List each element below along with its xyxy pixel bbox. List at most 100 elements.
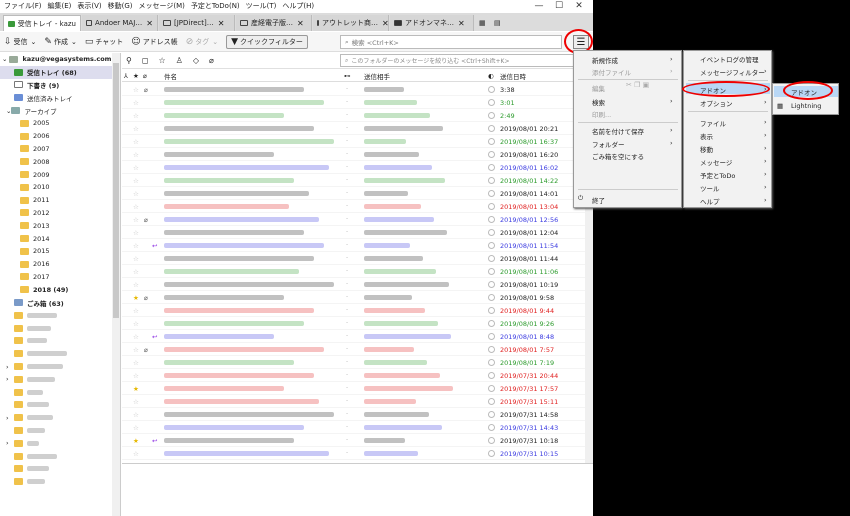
read-status-icon[interactable] [488, 138, 495, 145]
star-icon[interactable]: ☆ [133, 203, 139, 211]
menu-lightning[interactable]: Lightning [791, 102, 821, 110]
star-icon[interactable]: ☆ [133, 138, 139, 146]
read-status-icon[interactable] [488, 255, 495, 262]
menu-view[interactable]: 表示 › [700, 131, 767, 141]
folder-item[interactable] [0, 322, 120, 335]
star-icon[interactable]: ★ [133, 437, 139, 445]
folder-archive[interactable]: ⌄ アーカイブ [0, 104, 120, 117]
menu-tools[interactable]: ツール › [700, 183, 767, 193]
table-row[interactable]: ☆ · 2019/07/31 10:15 [122, 447, 585, 460]
folder-year[interactable]: 2015 [0, 245, 120, 258]
table-row[interactable]: ☆ · 2019/08/01 11:06 [122, 265, 585, 278]
menu-go[interactable]: 移動(G) [108, 1, 133, 11]
chevron-down-icon[interactable]: ⌄ [71, 38, 77, 46]
star-icon[interactable]: ☆ [133, 372, 139, 380]
close-tab-icon[interactable]: ✕ [382, 19, 388, 28]
read-status-icon[interactable] [488, 125, 495, 132]
tab-andoer[interactable]: Andoer MAJ… ✕ [82, 15, 158, 31]
read-status-icon[interactable] [488, 216, 495, 223]
star-icon[interactable]: ☆ [133, 255, 139, 263]
table-row[interactable]: ☆ · 2019/08/01 7:19 [122, 356, 585, 369]
folder-year[interactable]: 2005 [0, 117, 120, 130]
menu-view[interactable]: 表示(V) [77, 1, 101, 11]
folder-item[interactable] [0, 347, 120, 360]
star-icon[interactable]: ☆ [133, 99, 139, 107]
tab-jpdirect[interactable]: [JPDirect]… ✕ [159, 15, 235, 31]
star-icon[interactable]: ☆ [133, 307, 139, 315]
addressbook-button[interactable]: ☺ アドレス帳 [131, 37, 177, 47]
folder-item[interactable] [0, 424, 120, 437]
folder-year[interactable]: 2012 [0, 207, 120, 220]
from-column[interactable]: 送信相手 [364, 71, 390, 81]
menu-quit[interactable]: 終了 [592, 195, 605, 205]
read-status-icon[interactable] [488, 177, 495, 184]
menu-find[interactable]: 検索 › [592, 97, 673, 107]
table-row[interactable]: ☆ · 3:01 [122, 96, 585, 109]
folder-item[interactable] [0, 309, 120, 322]
star-icon[interactable]: ☆ [133, 151, 139, 159]
table-row[interactable]: ☆ · 2:49 [122, 109, 585, 122]
read-status-icon[interactable] [488, 307, 495, 314]
star-icon[interactable]: ★ [133, 294, 139, 302]
table-row[interactable]: ☆ ⌀ · 2019/08/01 7:57 [122, 343, 585, 356]
folder-trash[interactable]: ごみ箱 (63) [0, 296, 120, 309]
folder-scrollbar[interactable] [112, 53, 120, 516]
folder-year[interactable]: 2013 [0, 219, 120, 232]
star-column-icon[interactable]: ★ [133, 72, 139, 80]
folder-year[interactable]: 2011 [0, 194, 120, 207]
menu-options[interactable]: オプション › [700, 98, 767, 108]
star-icon[interactable]: ☆ [133, 333, 139, 341]
chevron-down-icon[interactable]: ⌄ [31, 38, 37, 46]
folder-item[interactable] [0, 335, 120, 348]
table-row[interactable]: ★ ↩ · 2019/07/31 10:18 [122, 434, 585, 447]
table-row[interactable]: ☆ ↩ · 2019/08/01 8:48 [122, 330, 585, 343]
tab-outlet[interactable]: アウトレット商… ✕ [313, 15, 389, 31]
folder-year[interactable]: 2006 [0, 130, 120, 143]
folder-year[interactable]: 2007 [0, 143, 120, 156]
read-status-icon[interactable] [488, 203, 495, 210]
close-tab-icon[interactable]: ✕ [218, 19, 225, 28]
tab-inbox[interactable]: 受信トレイ - kazu [3, 15, 81, 31]
menu-file[interactable]: ファイル › [700, 118, 767, 128]
folder-year[interactable]: 2009 [0, 168, 120, 181]
menu-message[interactable]: メッセージ › [700, 157, 767, 167]
account-item[interactable]: ⌄ kazu@vegasystems.com [0, 53, 120, 66]
compose-button[interactable]: ✎ 作成 ⌄ [44, 37, 76, 47]
star-icon[interactable]: ☆ [133, 359, 139, 367]
read-status-icon[interactable] [488, 437, 495, 444]
folder-year[interactable]: 2010 [0, 181, 120, 194]
menu-go[interactable]: 移動 › [700, 144, 767, 154]
read-status-icon[interactable] [488, 268, 495, 275]
folder-item[interactable] [0, 399, 120, 412]
star-icon[interactable]: ★ [133, 385, 139, 393]
read-status-icon[interactable] [488, 281, 495, 288]
table-row[interactable]: ☆ · 2019/07/31 14:58 [122, 408, 585, 421]
star-filter-icon[interactable]: ☆ [159, 56, 166, 65]
table-row[interactable]: ☆ · 2019/08/01 16:20 [122, 148, 585, 161]
menu-events[interactable]: 予定とToDo(N) [191, 1, 240, 11]
menu-folder[interactable]: フォルダー › [592, 139, 673, 149]
table-row[interactable]: ☆ · 2019/08/01 14:22 [122, 174, 585, 187]
read-status-icon[interactable] [488, 385, 495, 392]
unread-filter-icon[interactable]: ◻ [142, 56, 149, 65]
read-status-icon[interactable] [488, 320, 495, 327]
folder-year[interactable]: 2014 [0, 232, 120, 245]
folder-filter-input[interactable]: ⌕ このフォルダーのメッセージを絞り込む <Ctrl+Shift+K> [340, 54, 586, 67]
subject-column[interactable]: 件名 [164, 71, 177, 81]
star-icon[interactable]: ☆ [133, 398, 139, 406]
read-status-icon[interactable] [488, 398, 495, 405]
table-row[interactable]: ☆ · 2019/07/31 15:11 [122, 395, 585, 408]
close-tab-icon[interactable]: ✕ [297, 19, 304, 28]
close-tab-icon[interactable]: ✕ [146, 19, 153, 28]
folder-year[interactable]: 2017 [0, 271, 120, 284]
menu-new[interactable]: 新規作成 › [592, 55, 673, 65]
menu-help[interactable]: ヘルプ › [700, 196, 767, 206]
maximize-button[interactable]: ☐ [549, 1, 569, 11]
chevron-right-icon[interactable]: › [6, 375, 14, 383]
table-row[interactable]: ☆ · 2019/07/31 20:44 [122, 369, 585, 382]
menu-empty-trash[interactable]: ごみ箱を空にする [592, 151, 644, 161]
table-row[interactable]: ★ · 2019/07/31 17:57 [122, 382, 585, 395]
chevron-right-icon[interactable]: › [6, 363, 14, 371]
star-icon[interactable]: ☆ [133, 411, 139, 419]
star-icon[interactable]: ☆ [133, 450, 139, 458]
